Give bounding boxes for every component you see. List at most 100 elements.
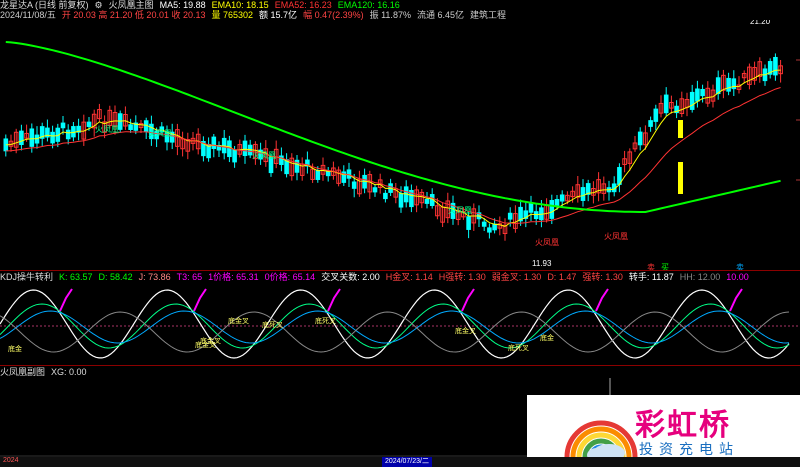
candle-body (637, 131, 643, 146)
kdj-header: KDJ操牛转利 K: 63.57 D: 58.42 J: 73.86 T3: 65 1价格… (0, 272, 755, 283)
kdj-value-12: 强转: 1.30 (582, 272, 623, 282)
kdj-cross-label: 底死叉 (508, 343, 529, 352)
panel-divider (0, 270, 800, 271)
phoenix-annotation: 火凤凰 (448, 206, 472, 215)
kdj-value-5: 1价格: 65.31 (208, 272, 259, 282)
kdj-value-0: KDJ操牛转利 (0, 272, 54, 282)
main-header-item-0: 龙星达A (日线 前复权) (0, 0, 89, 10)
main-header-item-6: EMA120: 16.16 (337, 0, 400, 10)
sub-header: 火凤凰副图 XG: 0.00 (0, 367, 93, 378)
candle-body (715, 77, 721, 95)
kdj-value-6: 0价格: 65.14 (264, 272, 316, 282)
candle-body (487, 227, 492, 233)
phoenix-annotation: 火凤凰 (604, 232, 628, 241)
main-header-item-2: 火凤凰主图 (108, 0, 154, 10)
signal-marker: 卖 (736, 263, 744, 270)
candle-body (648, 120, 653, 127)
phoenix-annotation: 火凤凰 (535, 238, 559, 247)
candle-body (211, 136, 217, 149)
quote-item-7: 建筑工程 (469, 10, 506, 20)
candle-body (466, 216, 471, 230)
candle-body (86, 121, 92, 127)
candle-body (383, 192, 388, 200)
kdj-value-9: H强转: 1.30 (438, 272, 486, 282)
signal-bar (678, 162, 683, 194)
panel-divider (0, 365, 800, 366)
candle-body (398, 193, 404, 208)
kdj-highlight (59, 288, 73, 312)
candle-body (19, 130, 24, 146)
candle-body (372, 187, 378, 193)
quote-item-3: 额 15.7亿 (259, 10, 298, 20)
candle-body (549, 200, 555, 219)
main-header-item-4: EMA10: 18.15 (211, 0, 269, 10)
kdj-d-line (0, 310, 790, 344)
kdj-value-7: 交叉关数: 2.00 (321, 272, 380, 282)
kdj-value-14: HH: 12.00 (679, 272, 721, 282)
main-header-item-5: EMA52: 16.23 (274, 0, 332, 10)
main-header-item-3: MA5: 19.88 (159, 0, 206, 10)
candle-body (663, 94, 669, 114)
date-axis-bar[interactable]: 2024 2024/07/23/二 (0, 457, 800, 467)
high-price-label: 21.20 (750, 20, 771, 26)
candle-body (232, 149, 237, 163)
kdj-cross-label: 底金 (540, 333, 554, 342)
candle-body (351, 181, 357, 189)
kdj-value-1: K: 63.57 (59, 272, 93, 282)
quote-item-0: 2024/11/08/五 (0, 10, 56, 20)
kdj-j-line (0, 289, 790, 359)
quote-item-5: 振 11.87% (369, 10, 411, 20)
candle-body (653, 108, 659, 122)
sub-value-0: 火凤凰副图 (0, 367, 46, 377)
kdj-cross-label: 底金叉 (195, 340, 216, 349)
kdj-value-15: 10.00 (726, 272, 749, 282)
ema10-line (5, 69, 781, 227)
kdj-value-10: 弱金叉: 1.30 (491, 272, 542, 282)
kdj-indicator-chart[interactable]: 底金底金叉底金叉底死叉底死叉底金叉底死叉底金底金叉 (0, 283, 800, 365)
candle-body (242, 140, 248, 157)
quote-item-2: 量 765302 (211, 10, 254, 20)
phoenix-annotation: 火凤凰 (148, 129, 172, 138)
candle-body (700, 88, 705, 97)
candle-body (128, 124, 133, 130)
date-axis-cursor-date: 2024/07/23/二 (382, 457, 432, 467)
low-price-label: 11.93 (532, 259, 552, 268)
candle-body (559, 194, 565, 202)
signal-marker: 卖 (647, 263, 655, 270)
watermark-subtitle: 投资充电站 (639, 442, 739, 458)
kdj-value-8: H金叉: 1.14 (385, 272, 433, 282)
kdj-value-2: D: 58.42 (98, 272, 133, 282)
watermark-title: 彩虹桥 (635, 408, 731, 443)
candle-body (29, 128, 35, 147)
kdj-highlight (729, 288, 743, 312)
quote-item-6: 流通 6.45亿 (416, 10, 464, 20)
kdj-cross-label: 底金叉 (228, 316, 249, 325)
phoenix-annotation: 火凤凰 (252, 151, 276, 160)
candle-body (554, 198, 560, 207)
kdj-highlight (327, 288, 341, 312)
signal-bar (678, 120, 683, 138)
sub-value-1: XG: 0.00 (51, 367, 87, 377)
signal-marker: 买 (661, 263, 669, 270)
candle-body (50, 131, 55, 144)
kdj-value-4: T3: 65 (176, 272, 203, 282)
candle-body (60, 122, 66, 129)
kdj-cross-label: 底金 (8, 344, 22, 353)
candle-body (689, 91, 695, 110)
candle-body (492, 223, 497, 231)
quote-item-4: 幅 0.47(2.39%) (303, 10, 364, 20)
candle-body (481, 221, 487, 227)
quote-item-1: 开 20.03 高 21.20 低 20.01 收 20.13 (61, 10, 206, 20)
candle-body (315, 170, 321, 180)
kdj-cross-label: 底死叉 (262, 320, 283, 329)
candlestick-chart[interactable]: 火凤凰 火凤凰火凤凰火凤凰火凤凰火凤凰21.2011.93 卖买卖 (0, 20, 800, 270)
candle-body (507, 212, 513, 220)
kdj-value-3: J: 73.86 (138, 272, 171, 282)
candle-body (424, 198, 430, 204)
candle-body (65, 129, 71, 140)
kdj-cross-label: 底金叉 (455, 326, 476, 335)
candle-body (528, 203, 534, 213)
candle-body (726, 77, 731, 92)
candle-body (695, 88, 700, 102)
candle-body (533, 211, 539, 220)
